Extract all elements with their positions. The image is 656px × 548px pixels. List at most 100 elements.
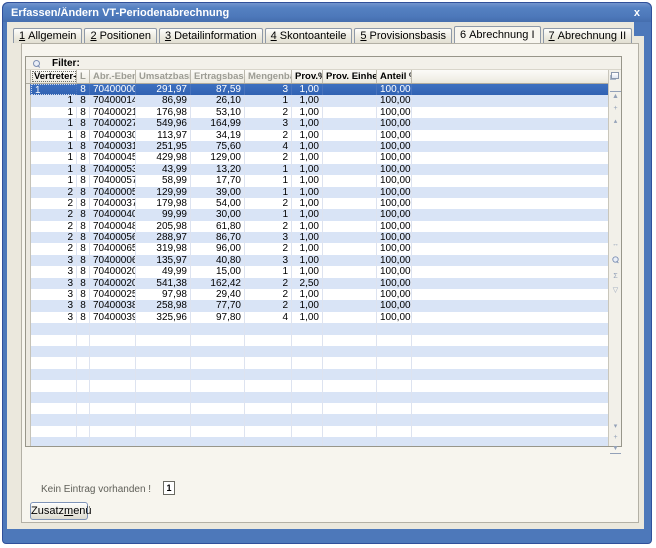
tab-provisionsbasis[interactable]: 5Provisionsbasis bbox=[354, 28, 452, 43]
table-row[interactable]: 187040005758,9917,7011,00100,00 bbox=[26, 175, 608, 186]
table-row[interactable]: 3870400039325,9697,8041,00100,00 bbox=[26, 312, 608, 323]
step-up-icon[interactable]: ▴ bbox=[610, 117, 621, 126]
column-header-prov-[interactable]: Prov.% bbox=[292, 70, 323, 83]
table-row[interactable]: 2870400056288,9786,7031,00100,00 bbox=[26, 232, 608, 243]
table-row[interactable]: 3870400038258,9877,7021,00100,00 bbox=[26, 300, 608, 311]
cell-filler bbox=[412, 141, 608, 152]
cell-prov-einheiten bbox=[323, 187, 377, 198]
tab-detailinformation[interactable]: 3Detailinformation bbox=[159, 28, 263, 43]
cell-umsatzbasis-eur: 58,99 bbox=[136, 175, 191, 186]
table-row-empty[interactable] bbox=[26, 369, 608, 380]
cell-l bbox=[77, 346, 90, 357]
table-row[interactable]: 387040002049,9915,0011,00100,00 bbox=[26, 266, 608, 277]
cell-prov-einheiten bbox=[323, 164, 377, 175]
table-row[interactable]: 2870400048205,9861,8021,00100,00 bbox=[26, 221, 608, 232]
zusatzmenu-button[interactable]: Zusatzmenü bbox=[30, 502, 88, 520]
tab-label: Allgemein bbox=[28, 30, 76, 42]
dialog-window: Erfassen/Ändern VT-Periodenabrechnung x … bbox=[2, 2, 652, 544]
cell-abr-ebene: 70400020 bbox=[90, 266, 136, 277]
cell-filler bbox=[412, 369, 608, 380]
table-row[interactable]: 3870400006135,9740,8031,00100,00 bbox=[26, 255, 608, 266]
cell-abr-ebene bbox=[90, 426, 136, 437]
table-row[interactable]: 2870400065319,9896,0021,00100,00 bbox=[26, 243, 608, 254]
close-icon[interactable]: x bbox=[631, 6, 643, 20]
cell-anteil-: 100,00 bbox=[377, 221, 412, 232]
cell-prov-: 1,00 bbox=[292, 221, 323, 232]
cell-l: 8 bbox=[77, 175, 90, 186]
table-row[interactable]: 1870400027549,96164,9931,00100,00 bbox=[26, 118, 608, 129]
title-bar[interactable]: Erfassen/Ändern VT-Periodenabrechnung x bbox=[3, 3, 651, 22]
cell-umsatzbasis-eur: 429,98 bbox=[136, 152, 191, 163]
cell-l: 8 bbox=[77, 164, 90, 175]
tab-allgemein[interactable]: 1Allgemein bbox=[13, 28, 82, 43]
column-header-anteil-[interactable]: Anteil % bbox=[377, 70, 412, 83]
filter-funnel-icon[interactable]: ▽ bbox=[610, 286, 621, 295]
grid-side-toolbar[interactable]: ▲+▴↔Σ▽▾+▼ bbox=[608, 70, 621, 446]
table-row[interactable]: 1870400031251,9575,6041,00100,00 bbox=[26, 141, 608, 152]
cell-abr-ebene: 70400039 bbox=[90, 312, 136, 323]
table-row[interactable]: 1870400000291,9787,5931,00100,00 bbox=[26, 84, 608, 95]
cell-ertragsbasis-eur bbox=[191, 380, 245, 391]
column-header-mengenbasis[interactable]: Mengenbasis bbox=[245, 70, 292, 83]
table-row-empty[interactable] bbox=[26, 380, 608, 391]
cell-anteil-: 100,00 bbox=[377, 232, 412, 243]
cell-umsatzbasis-eur bbox=[136, 380, 191, 391]
grid-filter-row[interactable]: Filter: bbox=[26, 57, 621, 70]
sum-icon[interactable]: Σ bbox=[610, 272, 621, 281]
cell-l: 8 bbox=[77, 221, 90, 232]
table-row-empty[interactable] bbox=[26, 323, 608, 334]
cell-vertreter-nr- bbox=[31, 426, 77, 437]
tab-abrechnung-i[interactable]: 6Abrechnung I bbox=[454, 26, 541, 43]
table-row-empty[interactable] bbox=[26, 437, 608, 446]
table-row-empty[interactable] bbox=[26, 346, 608, 357]
fit-columns-icon[interactable]: ↔ bbox=[610, 240, 621, 249]
table-row-empty[interactable] bbox=[26, 392, 608, 403]
tab-positionen[interactable]: 2Positionen bbox=[84, 28, 157, 43]
cell-l bbox=[77, 369, 90, 380]
table-row-empty[interactable] bbox=[26, 426, 608, 437]
cell-prov-einheiten bbox=[323, 414, 377, 425]
table-row[interactable]: 3870400020541,38162,4222,50100,00 bbox=[26, 278, 608, 289]
search-icon[interactable] bbox=[610, 256, 621, 266]
table-row[interactable]: 1870400021176,9853,1021,00100,00 bbox=[26, 107, 608, 118]
table-row-empty[interactable] bbox=[26, 357, 608, 368]
tab-skontoanteile[interactable]: 4Skontoanteile bbox=[265, 28, 353, 43]
table-row[interactable]: 2870400005129,9939,0011,00100,00 bbox=[26, 187, 608, 198]
cell-anteil-: 100,00 bbox=[377, 312, 412, 323]
column-header-vertreter-nr-[interactable]: Vertreter-Nr. bbox=[31, 70, 77, 83]
table-row-empty[interactable] bbox=[26, 335, 608, 346]
cell-prov-einheiten bbox=[323, 289, 377, 300]
table-row-empty[interactable] bbox=[26, 414, 608, 425]
column-header-prov-einheiten[interactable]: Prov. Einheiten bbox=[323, 70, 377, 83]
tab-abrechnung-ii[interactable]: 7Abrechnung II bbox=[543, 28, 633, 43]
table-row[interactable]: 387040002597,9829,4021,00100,00 bbox=[26, 289, 608, 300]
page-down-icon[interactable]: + bbox=[610, 433, 621, 442]
scroll-to-top-icon[interactable]: ▲ bbox=[610, 91, 621, 101]
table-row[interactable]: 2870400037179,9854,0021,00100,00 bbox=[26, 198, 608, 209]
page-up-icon[interactable]: + bbox=[610, 104, 621, 113]
cell-ertragsbasis-eur bbox=[191, 437, 245, 446]
cell-ertragsbasis-eur bbox=[191, 346, 245, 357]
column-header-ertragsbasis-eur[interactable]: Ertragsbasis EUR bbox=[191, 70, 245, 83]
cell-prov-: 1,00 bbox=[292, 232, 323, 243]
table-row[interactable]: 1870400045429,98129,0021,00100,00 bbox=[26, 152, 608, 163]
table-row[interactable]: 287040004099,9930,0011,00100,00 bbox=[26, 209, 608, 220]
cell-ertragsbasis-eur: 15,00 bbox=[191, 266, 245, 277]
table-row[interactable]: 187040001486,9926,1011,00100,00 bbox=[26, 95, 608, 106]
table-row[interactable]: 1870400030113,9734,1921,00100,00 bbox=[26, 130, 608, 141]
cell-umsatzbasis-eur: 319,98 bbox=[136, 243, 191, 254]
column-header-umsatzbasis-eur[interactable]: Umsatzbasis EUR bbox=[136, 70, 191, 83]
cell-vertreter-nr-: 2 bbox=[31, 187, 77, 198]
cell-vertreter-nr-: 1 bbox=[31, 164, 77, 175]
cell-filler bbox=[412, 323, 608, 334]
column-chooser-icon[interactable] bbox=[611, 72, 619, 79]
column-header-abr-ebene[interactable]: Abr.-Ebene bbox=[90, 70, 136, 83]
cell-prov-einheiten bbox=[323, 300, 377, 311]
cell-ertragsbasis-eur bbox=[191, 357, 245, 368]
step-down-icon[interactable]: ▾ bbox=[610, 422, 621, 431]
column-header-l[interactable]: L bbox=[77, 70, 90, 83]
table-row-empty[interactable] bbox=[26, 403, 608, 414]
table-row[interactable]: 187040005343,9913,2011,00100,00 bbox=[26, 164, 608, 175]
scroll-to-bottom-icon[interactable]: ▼ bbox=[610, 444, 621, 454]
cell-mengenbasis bbox=[245, 414, 292, 425]
